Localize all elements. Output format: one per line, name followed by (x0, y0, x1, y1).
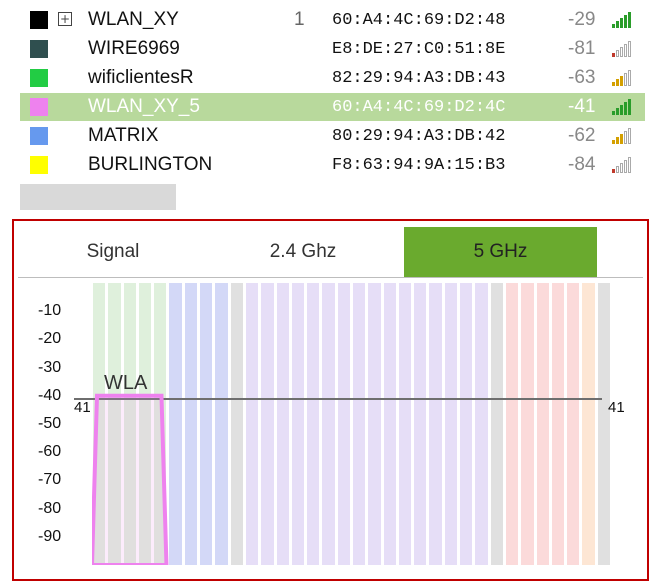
channel-graph-panel: Signal 2.4 Ghz 5 GHz -10 -20 -30 -40 -50 -60 -… (12, 219, 649, 581)
rssi-value: -62 (568, 125, 596, 146)
signal-bar (612, 24, 615, 28)
signal-bar (628, 70, 631, 86)
color-swatch (30, 40, 48, 58)
signal-bar (620, 76, 623, 86)
ssid-label: MATRIX (88, 125, 159, 146)
signal-bar (624, 15, 627, 28)
network-shape-label: WLA (104, 371, 148, 394)
signal-bar (616, 79, 619, 86)
rssi-value: -29 (568, 9, 596, 30)
network-signal-shape (92, 393, 169, 565)
ssid-label: wificlientesR (88, 67, 194, 88)
mac-address: E8:DE:27:C0:51:8E (332, 40, 506, 59)
signal-bar (624, 73, 627, 86)
y-tick-label: -70 (38, 471, 62, 489)
mac-address: F8:63:94:9A:15:B3 (332, 156, 506, 175)
signal-bar (616, 137, 619, 144)
signal-bar (620, 47, 623, 57)
network-row[interactable]: BURLINGTON F8:63:94:9A:15:B3 -84 (20, 151, 645, 179)
signal-bar (628, 157, 631, 173)
network-row[interactable]: + WLAN_XY 1 60:A4:4C:69:D2:48 -29 (20, 6, 645, 34)
mac-address: 60:A4:4C:69:D2:48 (332, 11, 506, 30)
network-row[interactable]: WLAN_XY_5 60:A4:4C:69:D2:4C -41 (20, 93, 645, 121)
signal-bar (616, 50, 619, 57)
signal-bar (616, 108, 619, 115)
tab-2-4ghz[interactable]: 2.4 Ghz (208, 227, 398, 277)
signal-bar (628, 41, 631, 57)
signal-strength-icon (612, 155, 634, 173)
mac-address: 60:A4:4C:69:D2:4C (332, 98, 506, 117)
threshold-left-label: 41 (74, 398, 91, 416)
rssi-value: -41 (568, 96, 596, 117)
signal-shapes (92, 393, 169, 565)
color-swatch (30, 69, 48, 87)
ssid-label: WLAN_XY_5 (88, 96, 200, 117)
signal-bar (612, 53, 615, 57)
y-tick-label: -30 (38, 358, 62, 376)
network-row[interactable]: wificlientesR 82:29:94:A3:DB:43 -63 (20, 64, 645, 92)
signal-bar (628, 12, 631, 28)
signal-bar (620, 134, 623, 144)
signal-bar (620, 18, 623, 28)
y-tick-label: -20 (38, 330, 62, 348)
graph-tabs: Signal 2.4 Ghz 5 GHz (18, 227, 643, 278)
signal-strength-icon (612, 126, 634, 144)
color-swatch (30, 127, 48, 145)
signal-strength-icon (612, 68, 634, 86)
tab-signal[interactable]: Signal (18, 227, 208, 277)
horizontal-scrollbar-thumb[interactable] (20, 184, 176, 210)
network-row[interactable]: MATRIX 80:29:94:A3:DB:42 -62 (20, 122, 645, 150)
channel-label: 1 (294, 9, 305, 30)
ssid-label: WLAN_XY (88, 9, 179, 30)
network-row[interactable]: WIRE6969 E8:DE:27:C0:51:8E -81 (20, 35, 645, 63)
ssid-label: WIRE6969 (88, 38, 180, 59)
rssi-value: -63 (568, 67, 596, 88)
mac-address: 82:29:94:A3:DB:43 (332, 69, 506, 88)
signal-bar (624, 160, 627, 173)
signal-bar (624, 131, 627, 144)
signal-bar (612, 140, 615, 144)
signal-bar (612, 82, 615, 86)
channel-plot-area: 41 41 WLA (74, 283, 625, 565)
signal-bar (628, 99, 631, 115)
y-tick-label: -80 (38, 499, 62, 517)
signal-strength-icon (612, 97, 634, 115)
tab-5ghz[interactable]: 5 GHz (404, 227, 597, 277)
ssid-label: BURLINGTON (88, 154, 213, 175)
signal-bar (620, 105, 623, 115)
signal-bar (628, 128, 631, 144)
y-tick-label: -50 (38, 415, 62, 432)
signal-bar (612, 111, 615, 115)
y-tick-label: -90 (38, 527, 62, 545)
signal-bar (616, 166, 619, 173)
color-swatch (30, 156, 48, 174)
y-tick-label: -60 (38, 443, 62, 461)
color-swatch (30, 98, 48, 116)
y-tick-label: -40 (38, 386, 62, 404)
signal-bar (612, 169, 615, 173)
y-tick-label: -10 (38, 302, 62, 320)
signal-bar (624, 102, 627, 115)
signal-bar (624, 44, 627, 57)
color-swatch (30, 11, 48, 29)
signal-bar (616, 21, 619, 28)
mac-address: 80:29:94:A3:DB:42 (332, 127, 506, 146)
signal-strength-icon (612, 10, 634, 28)
expand-icon[interactable]: + (58, 12, 72, 26)
signal-strength-icon (612, 39, 634, 57)
rssi-value: -81 (568, 38, 596, 59)
rssi-value: -84 (568, 154, 596, 175)
signal-bar (620, 163, 623, 173)
